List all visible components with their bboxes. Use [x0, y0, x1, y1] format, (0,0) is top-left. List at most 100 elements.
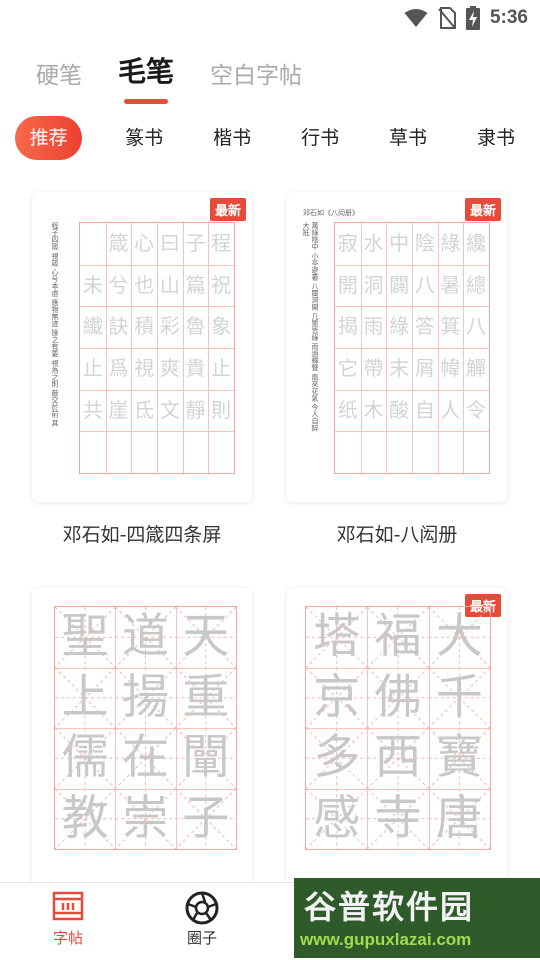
calligraphy-glyph: 重 — [182, 669, 230, 725]
calligraphy-glyph: 綠 — [440, 231, 461, 255]
calligraphy-glyph: 酸 — [389, 397, 410, 422]
card-title[interactable]: 邓石如-八闳册 — [287, 520, 507, 547]
calligraphy-glyph: 佛 — [374, 669, 422, 725]
new-badge: 最新 — [209, 198, 246, 221]
category-chips: 推荐 篆书 楷书 行书 草书 隶书 — [15, 116, 540, 160]
calligraphy-glyph: 箕 — [440, 314, 461, 339]
calligraphy-glyph: 寺 — [374, 790, 422, 846]
battery-charging-icon — [465, 6, 480, 30]
calligraphy-glyph: 京 — [313, 669, 361, 725]
calligraphy-glyph: 木 — [363, 397, 384, 422]
nav-copybook[interactable]: 字帖 — [28, 891, 108, 948]
practice-grid: 大千寶唐 福佛西寺 塔京多感 — [305, 606, 491, 850]
calligraphy-glyph: 寂 — [337, 231, 358, 255]
calligraphy-glyph: 纸 — [337, 397, 358, 422]
side-text: 萬綠陰中 小亭避暑 八闥洞開 几簟皆綠 雨過蟬聲 風來花氣 今人自醉 大抵 — [302, 222, 319, 432]
calligraphy-glyph: 令 — [466, 397, 487, 422]
calligraphy-glyph: 揭 — [337, 314, 358, 339]
calligraphy-glyph: 揚 — [121, 669, 170, 725]
calligraphy-glyph: 福 — [374, 609, 422, 664]
calligraphy-glyph: 心 — [134, 231, 155, 255]
calligraphy-glyph: 訣 — [108, 314, 129, 339]
watermark-url: www.gupuxlazai.com — [300, 930, 472, 949]
calligraphy-glyph: 文 — [159, 397, 180, 422]
copybook-card[interactable]: 最新 邓石如《八闳册》 萬綠陰中 小亭避暑 八闥洞開 几簟皆綠 雨過蟬聲 風來花… — [287, 192, 507, 502]
copybook-icon — [52, 891, 84, 921]
calligraphy-glyph: 氐 — [134, 397, 155, 422]
calligraphy-glyph: 人 — [440, 397, 461, 422]
calligraphy-glyph: 千 — [435, 669, 483, 725]
calligraphy-glyph: 程 — [211, 231, 232, 255]
chip-recommended[interactable]: 推荐 — [15, 116, 83, 160]
copybook-card[interactable]: 最新 大千寶唐福佛西寺塔京多感 — [287, 588, 507, 888]
calligraphy-glyph: 兮 — [108, 272, 129, 297]
calligraphy-glyph: 暑 — [440, 272, 461, 297]
calligraphy-glyph: 多 — [313, 730, 361, 785]
calligraphy-glyph: 末 — [389, 356, 410, 380]
calligraphy-glyph: 彩 — [159, 314, 180, 339]
calligraphy-glyph: 闡 — [182, 730, 230, 785]
calligraphy-glyph: 中 — [389, 231, 410, 255]
calligraphy-glyph: 則 — [211, 397, 232, 422]
calligraphy-glyph: 總 — [466, 272, 487, 297]
side-text: 程子四箴 視箴 心兮本虛 應物無迹 操之有要 視為之則 蔽交於前 其 — [51, 222, 59, 427]
calligraphy-glyph: 聖 — [61, 609, 109, 664]
calligraphy-glyph: 箴 — [108, 231, 129, 255]
calligraphy-glyph: 篇 — [185, 272, 206, 297]
calligraphy-glyph: 洞 — [363, 272, 384, 297]
chip-clerical-script[interactable]: 隶书 — [452, 116, 540, 160]
calligraphy-glyph: 自 — [414, 397, 435, 422]
calligraphy-glyph: 開 — [337, 272, 358, 297]
calligraphy-glyph: 靜 — [185, 397, 206, 422]
calligraphy-glyph: 寶 — [435, 730, 483, 785]
calligraphy-glyph: 西 — [374, 730, 422, 785]
no-sim-icon — [438, 7, 456, 29]
chip-cursive-script[interactable]: 草书 — [364, 116, 452, 160]
wifi-icon — [404, 9, 428, 27]
calligraphy-glyph: 止 — [82, 356, 103, 380]
aperture-icon — [185, 891, 219, 925]
grid-line — [80, 431, 234, 433]
calligraphy-glyph: 闢 — [389, 272, 410, 297]
calligraphy-glyph: 陰 — [414, 231, 435, 255]
top-tabs: 硬笔 毛笔 空白字帖 — [36, 50, 302, 104]
copybook-card[interactable]: 最新 程子四箴 視箴 心兮本虛 應物無迹 操之有要 視為之則 蔽交於前 其 程祝… — [32, 192, 252, 502]
calligraphy-glyph: 子 — [182, 790, 230, 846]
calligraphy-glyph: 綠 — [389, 314, 410, 339]
nav-label: 字帖 — [52, 929, 83, 947]
calligraphy-glyph: 山 — [159, 272, 180, 297]
chip-running-script[interactable]: 行书 — [276, 116, 364, 160]
calligraphy-glyph: 貴 — [185, 356, 206, 380]
calligraphy-glyph: 感 — [313, 790, 361, 846]
calligraphy-glyph: 水 — [363, 231, 384, 255]
practice-grid: 程祝象止則 子篇魯貴靜 曰山彩爽文 心也積視氐 箴兮訣爲崖 未纎止共 — [79, 222, 235, 474]
nav-label: 圈子 — [186, 929, 217, 947]
calligraphy-glyph: 未 — [82, 272, 103, 297]
calligraphy-glyph: 纎 — [82, 314, 103, 339]
grid-line — [335, 431, 489, 433]
practice-grid: 纔總八觶令綠暑箕幃人陰八答屑自中闢綠末酸水洞雨帶木寂開揭它纸 — [334, 222, 490, 474]
tab-blank-copybook[interactable]: 空白字帖 — [210, 56, 302, 90]
calligraphy-glyph: 雨 — [363, 314, 384, 339]
chip-regular-script[interactable]: 楷书 — [188, 116, 276, 160]
tab-brush[interactable]: 毛笔 — [118, 50, 174, 104]
calligraphy-glyph: 共 — [82, 397, 103, 422]
calligraphy-glyph: 答 — [414, 314, 435, 339]
calligraphy-glyph: 唐 — [435, 790, 483, 846]
calligraphy-glyph: 也 — [134, 272, 155, 297]
practice-grid: 天重闡子 道揚在崇 聖上儒教 — [54, 606, 237, 850]
status-time: 5:36 — [489, 7, 528, 28]
copybook-card[interactable]: 天重闡子 道揚在崇 聖上儒教 — [32, 588, 252, 888]
calligraphy-glyph: 纔 — [466, 231, 487, 255]
nav-circle[interactable]: 圈子 — [162, 891, 242, 948]
calligraphy-glyph: 上 — [61, 669, 109, 725]
tab-hard-pen[interactable]: 硬笔 — [36, 56, 82, 90]
calligraphy-glyph: 魯 — [185, 314, 206, 339]
calligraphy-glyph: 觶 — [466, 356, 487, 380]
chip-seal-script[interactable]: 篆书 — [100, 116, 188, 160]
card-caption: 邓石如《八闳册》 — [303, 209, 359, 217]
calligraphy-glyph: 道 — [121, 609, 170, 664]
calligraphy-glyph: 教 — [61, 790, 109, 846]
calligraphy-glyph: 象 — [211, 314, 232, 339]
card-title[interactable]: 邓石如-四箴四条屏 — [32, 520, 252, 547]
